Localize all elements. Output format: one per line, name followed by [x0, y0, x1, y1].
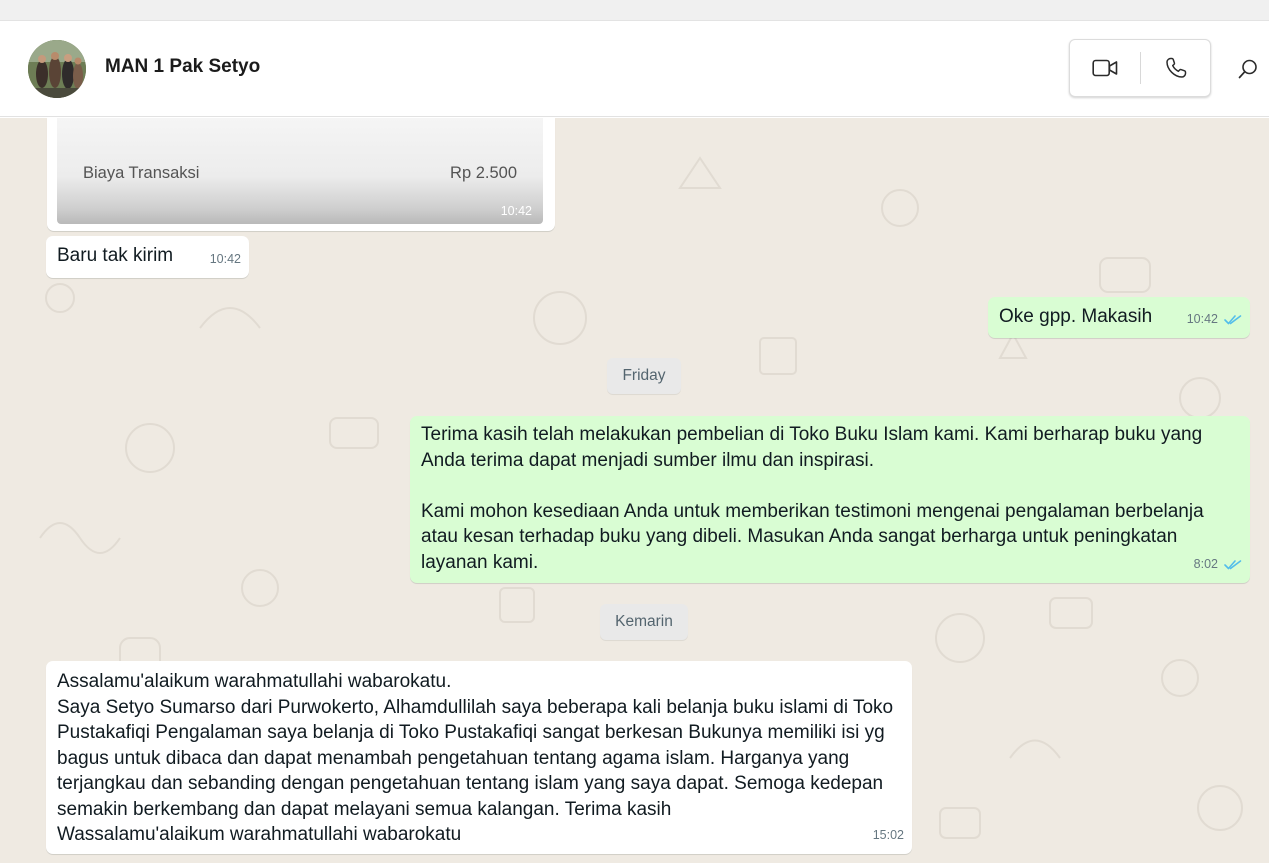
message-time: 10:42	[1186, 311, 1218, 326]
receipt-image-message[interactable]: Biaya Transaksi Rp 2.500 10:42	[47, 118, 555, 231]
date-separator: Friday	[607, 358, 681, 394]
message-meta: 10:42	[210, 247, 241, 273]
chat-messages-area[interactable]: Biaya Transaksi Rp 2.500 10:42 Baru tak …	[0, 118, 1269, 863]
message-text: Assalamu'alaikum warahmatullahi wabaroka…	[57, 671, 894, 845]
receipt-image[interactable]: Biaya Transaksi Rp 2.500 10:42	[57, 118, 543, 224]
message-meta: 10:42	[1187, 307, 1242, 333]
search-button[interactable]	[1234, 55, 1262, 83]
message-time: 10:42	[500, 204, 532, 218]
receipt-fee-amount: Rp 2.500	[450, 164, 517, 182]
read-receipt-icon	[1224, 314, 1242, 325]
outgoing-message[interactable]: Terima kasih telah melakukan pembelian d…	[410, 416, 1250, 583]
call-button-group	[1069, 39, 1211, 97]
read-receipt-icon	[1224, 559, 1242, 570]
outgoing-message[interactable]: Oke gpp. Makasih 10:42	[988, 297, 1250, 338]
window-top-strip	[0, 0, 1269, 21]
contact-avatar[interactable]	[28, 40, 86, 98]
voice-call-icon	[1166, 57, 1187, 78]
message-time: 8:02	[1193, 556, 1218, 571]
chat-header: MAN 1 Pak Setyo	[0, 21, 1269, 117]
message-time: 10:42	[209, 251, 241, 266]
voice-call-button[interactable]	[1141, 40, 1211, 96]
receipt-fee-label: Biaya Transaksi	[83, 164, 200, 182]
avatar-photo-icon	[28, 40, 86, 98]
video-call-button[interactable]	[1070, 40, 1140, 96]
message-time: 15:02	[872, 827, 904, 842]
message-text: Oke gpp. Makasih	[999, 306, 1153, 327]
message-meta: 8:02	[1194, 552, 1242, 578]
message-text: Baru tak kirim	[57, 245, 174, 266]
date-separator: Kemarin	[600, 604, 688, 640]
video-call-icon	[1092, 59, 1118, 77]
incoming-message[interactable]: Assalamu'alaikum warahmatullahi wabaroka…	[46, 661, 912, 854]
message-meta: 15:02	[873, 823, 904, 849]
search-icon	[1238, 59, 1257, 79]
incoming-message[interactable]: Baru tak kirim 10:42	[46, 236, 249, 278]
contact-name[interactable]: MAN 1 Pak Setyo	[105, 56, 260, 78]
message-text: Terima kasih telah melakukan pembelian d…	[421, 424, 1204, 573]
